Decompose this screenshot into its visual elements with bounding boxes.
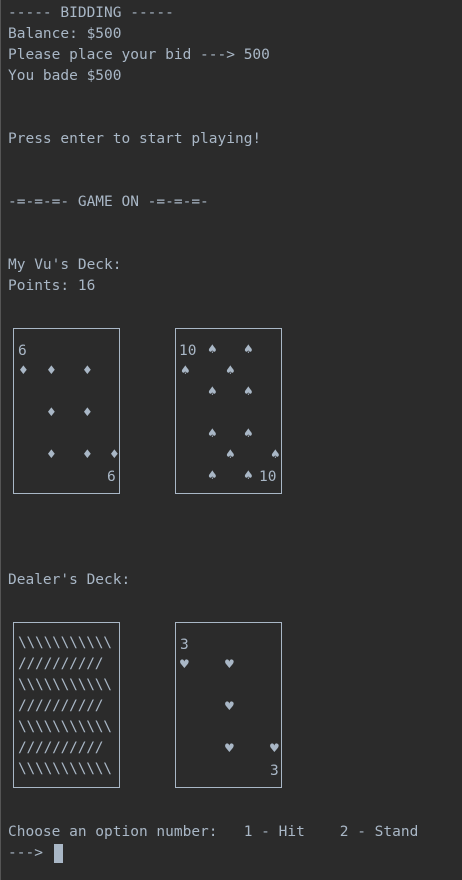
start-prompt-line: Press enter to start playing!	[8, 131, 262, 147]
input-prompt: --->	[8, 845, 43, 861]
spade-icon: ♠	[208, 468, 217, 484]
spade-icon: ♠	[226, 447, 235, 463]
card-back-pattern-row: //////////	[18, 698, 104, 714]
card-rank-bottom: 6	[107, 469, 116, 485]
heart-icon: ♥	[225, 657, 234, 673]
spade-icon: ♠	[208, 426, 217, 442]
card-back-pattern-row: \\\\\\\\\\\	[18, 635, 112, 651]
card-back-pattern-row: \\\\\\\\\\\	[18, 719, 112, 735]
game-on-header: -=-=-=- GAME ON -=-=-=-	[8, 194, 209, 210]
spade-icon: ♠	[181, 363, 190, 379]
spade-icon: ♠	[244, 384, 253, 400]
player-points-line: Points: 16	[8, 278, 96, 294]
bid-prompt-line: Please place your bid ---> 500	[8, 47, 270, 63]
spade-icon: ♠	[208, 384, 217, 400]
heart-icon: ♥	[270, 741, 279, 757]
spade-icon: ♠	[208, 342, 217, 358]
diamond-icon: ♦	[19, 363, 28, 379]
card-back-pattern-row: \\\\\\\\\\\	[18, 761, 112, 777]
card-back-pattern-row: //////////	[18, 740, 104, 756]
card-rank-top: 10	[179, 343, 197, 359]
dealer-card-three-of-hearts: 3 ♥ ♥ ♥ ♥ ♥ 3	[175, 622, 282, 788]
diamond-icon: ♦	[83, 363, 92, 379]
spade-icon: ♠	[244, 426, 253, 442]
player-card-six-of-diamonds: 6 ♦ ♦ ♦ ♦ ♦ ♦ ♦ ♦ 6	[13, 328, 120, 494]
diamond-icon: ♦	[47, 447, 56, 463]
terminal-output: ----- BIDDING ----- Balance: $500 Please…	[0, 0, 462, 880]
card-rank-bottom: 10	[259, 469, 277, 485]
balance-line: Balance: $500	[8, 26, 122, 42]
diamond-icon: ♦	[47, 405, 56, 421]
card-rank-top: 6	[18, 343, 27, 359]
dealer-card-face-down: \\\\\\\\\\\ ////////// \\\\\\\\\\\ /////…	[13, 622, 120, 788]
card-back-pattern-row: \\\\\\\\\\\	[18, 677, 112, 693]
input-cursor[interactable]	[54, 844, 63, 863]
diamond-icon: ♦	[83, 447, 92, 463]
bid-confirm-line: You bade $500	[8, 68, 122, 84]
heart-icon: ♥	[180, 657, 189, 673]
spade-icon: ♠	[244, 468, 253, 484]
bidding-header: ----- BIDDING -----	[8, 5, 174, 21]
dealer-deck-label: Dealer's Deck:	[8, 572, 131, 588]
spade-icon: ♠	[271, 447, 280, 463]
heart-icon: ♥	[225, 699, 234, 715]
spade-icon: ♠	[226, 363, 235, 379]
player-card-ten-of-spades: 10 ♠ ♠ ♠ ♠ ♠ ♠ ♠ ♠ ♠ ♠ ♠ ♠ 10	[175, 328, 282, 494]
heart-icon: ♥	[225, 741, 234, 757]
card-rank-bottom: 3	[270, 763, 279, 779]
player-deck-label: My Vu's Deck:	[8, 257, 122, 273]
diamond-icon: ♦	[83, 405, 92, 421]
spade-icon: ♠	[244, 342, 253, 358]
card-back-pattern-row: //////////	[18, 656, 104, 672]
diamond-icon: ♦	[47, 363, 56, 379]
option-prompt-line: Choose an option number: 1 - Hit 2 - Sta…	[8, 824, 419, 840]
card-rank-top: 3	[180, 637, 189, 653]
diamond-icon: ♦	[110, 447, 119, 463]
